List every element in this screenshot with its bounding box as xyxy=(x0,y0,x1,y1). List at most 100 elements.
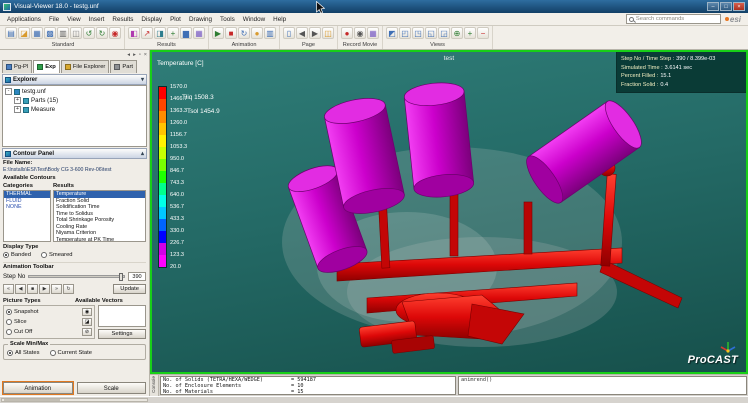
camera-icon[interactable]: ◉ xyxy=(354,27,366,39)
zoom-in-icon[interactable]: + xyxy=(464,27,476,39)
step-back-button[interactable]: ◀ xyxy=(15,284,26,294)
result-item[interactable]: Temperature at PK Time xyxy=(54,237,145,243)
tab-explorer[interactable]: Exp xyxy=(33,60,60,73)
new-file-icon[interactable]: ▤ xyxy=(5,27,17,39)
vector-icon[interactable]: ↗ xyxy=(141,27,153,39)
toolbar-group-label[interactable]: Animation xyxy=(212,41,276,49)
loop-button[interactable]: ↻ xyxy=(63,284,74,294)
undo-icon[interactable]: ↺ xyxy=(83,27,95,39)
menu-item-file[interactable]: File xyxy=(45,15,63,24)
redo-icon[interactable]: ↻ xyxy=(96,27,108,39)
table-icon[interactable]: ▦ xyxy=(193,27,205,39)
radio-current-state[interactable]: Current State xyxy=(50,350,92,356)
radio-slice[interactable]: Slice xyxy=(6,319,27,325)
tree-root-row[interactable]: - testg.unf xyxy=(5,87,144,96)
menu-item-display[interactable]: Display xyxy=(137,15,166,24)
toolbar-group-label[interactable]: Record Movie xyxy=(341,41,379,49)
console-tab[interactable]: Console xyxy=(150,375,159,396)
menu-item-help[interactable]: Help xyxy=(269,15,290,24)
cut-plane-icon[interactable]: ◨ xyxy=(154,27,166,39)
panel-back-icon[interactable]: ◂ xyxy=(127,51,130,59)
first-step-button[interactable]: « xyxy=(3,284,14,294)
tab-file-explorer[interactable]: File Explorer xyxy=(61,60,110,73)
menu-item-applications[interactable]: Applications xyxy=(3,15,45,24)
contour-panel-header[interactable]: Contour Panel ▴ xyxy=(2,148,147,159)
tree-parts-row[interactable]: + Parts (15) xyxy=(5,96,144,105)
toolbar-group-label[interactable]: Page xyxy=(283,41,334,49)
play-button[interactable]: ▶ xyxy=(39,284,50,294)
explorer-header[interactable]: Explorer ▾ xyxy=(2,74,147,85)
panel-close-icon[interactable]: × xyxy=(144,51,147,59)
view-back-icon[interactable]: ◳ xyxy=(412,27,424,39)
close-button[interactable]: × xyxy=(733,2,745,11)
probe-icon[interactable]: + xyxy=(167,27,179,39)
menu-item-plot[interactable]: Plot xyxy=(166,15,185,24)
categories-list[interactable]: THERMAL FLUID NONE xyxy=(3,190,51,242)
page-prev-icon[interactable]: ◀ xyxy=(296,27,308,39)
scale-button[interactable]: Scale xyxy=(77,382,147,394)
panel-undock-icon[interactable]: ▫ xyxy=(139,51,141,59)
minimize-button[interactable]: – xyxy=(707,2,719,11)
print-icon[interactable]: ▥ xyxy=(57,27,69,39)
page-layout-icon[interactable]: ◫ xyxy=(322,27,334,39)
console-command-input[interactable]: animrend() xyxy=(458,376,747,395)
update-button[interactable]: Update xyxy=(113,284,146,294)
radio-smeared[interactable]: Smeared xyxy=(41,252,73,258)
toolbar-group-label[interactable]: Views xyxy=(386,41,489,49)
radio-cutoff[interactable]: Cut Off xyxy=(6,329,32,335)
anim-frames-icon[interactable]: ▥ xyxy=(264,27,276,39)
toolbar-group-label[interactable]: Standard xyxy=(5,41,121,49)
expand-icon[interactable]: + xyxy=(14,97,21,104)
save-icon[interactable]: ▦ xyxy=(31,27,43,39)
tree-measure-row[interactable]: + Measure xyxy=(5,105,144,114)
view-front-icon[interactable]: ◰ xyxy=(399,27,411,39)
menu-item-window[interactable]: Window xyxy=(239,15,269,24)
menu-item-tools[interactable]: Tools xyxy=(216,15,239,24)
panel-forward-icon[interactable]: ▸ xyxy=(133,51,136,59)
sidebar-horizontal-scrollbar[interactable] xyxy=(1,398,148,402)
radio-banded[interactable]: Banded xyxy=(3,252,31,258)
view-bottom-icon[interactable]: ◲ xyxy=(438,27,450,39)
copy-icon[interactable]: ◫ xyxy=(70,27,82,39)
step-slider[interactable] xyxy=(28,275,125,278)
slider-thumb[interactable] xyxy=(119,273,123,281)
zoom-out-icon[interactable]: − xyxy=(477,27,489,39)
console-output[interactable]: No. of Solids (TETRA/HEXA/WEDGE) = 59418… xyxy=(160,376,456,395)
anim-stop-icon[interactable]: ■ xyxy=(225,27,237,39)
viewport-3d[interactable]: test Temperature [C] 1570.01466.71363.31… xyxy=(150,50,748,374)
collapse-icon[interactable]: - xyxy=(5,88,12,95)
toolbar-group-label[interactable]: Results xyxy=(128,41,205,49)
view-iso-icon[interactable]: ◩ xyxy=(386,27,398,39)
step-value-field[interactable]: 390 xyxy=(128,272,146,281)
scrollbar-thumb[interactable] xyxy=(4,399,60,401)
save-all-icon[interactable]: ▩ xyxy=(44,27,56,39)
page-next-icon[interactable]: ▶ xyxy=(309,27,321,39)
open-file-icon[interactable]: ◪ xyxy=(18,27,30,39)
anim-play-icon[interactable]: ▶ xyxy=(212,27,224,39)
record-icon[interactable]: ● xyxy=(341,27,353,39)
settings-button[interactable]: Settings xyxy=(98,329,146,339)
casting-model[interactable] xyxy=(152,52,746,372)
maximize-button[interactable]: □ xyxy=(720,2,732,11)
page-new-icon[interactable]: ▯ xyxy=(283,27,295,39)
last-step-button[interactable]: » xyxy=(51,284,62,294)
anim-loop-icon[interactable]: ↻ xyxy=(238,27,250,39)
refresh-icon[interactable]: ◉ xyxy=(109,27,121,39)
chart-icon[interactable]: ▆ xyxy=(180,27,192,39)
menu-item-view[interactable]: View xyxy=(63,15,85,24)
category-item[interactable]: NONE xyxy=(4,204,50,211)
tab-part[interactable]: Part xyxy=(110,60,137,73)
chevron-down-icon[interactable]: ▾ xyxy=(141,76,144,83)
contour-icon[interactable]: ◧ xyxy=(128,27,140,39)
camera-icon[interactable]: ◉ xyxy=(82,308,92,316)
tab-pg-pl[interactable]: Pg-Pl xyxy=(2,60,32,73)
menu-item-results[interactable]: Results xyxy=(108,15,137,24)
film-icon[interactable]: ▦ xyxy=(367,27,379,39)
radio-snapshot[interactable]: Snapshot xyxy=(6,309,39,315)
menu-item-drawing[interactable]: Drawing xyxy=(185,15,216,24)
available-vectors-list[interactable] xyxy=(98,305,146,327)
expand-icon[interactable]: + xyxy=(14,106,21,113)
menu-item-insert[interactable]: Insert xyxy=(85,15,109,24)
view-top-icon[interactable]: ◱ xyxy=(425,27,437,39)
animation-button[interactable]: Animation xyxy=(3,382,73,394)
